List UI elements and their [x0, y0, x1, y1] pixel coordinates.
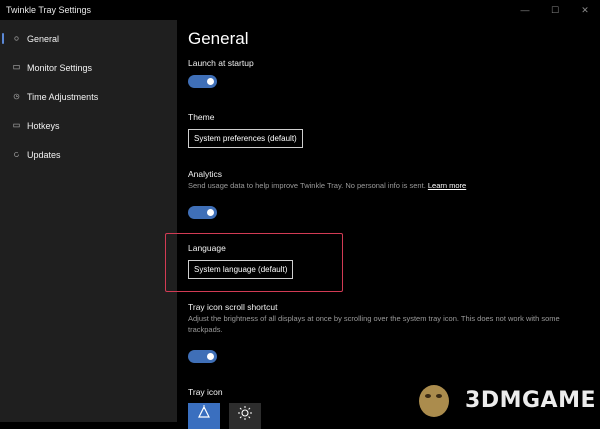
analytics-toggle[interactable]	[188, 206, 217, 219]
startup-section: Launch at startup	[188, 58, 254, 88]
brightness-mountain-icon	[198, 405, 210, 418]
language-section: Language System language (default)	[188, 243, 294, 279]
scroll-shortcut-description: Adjust the brightness of all displays at…	[188, 314, 560, 334]
settings-window: General Monitor Settings Time Adjustment…	[0, 0, 600, 429]
keyboard-icon	[10, 122, 22, 129]
title-bar[interactable]: Twinkle Tray Settings — ☐ ✕	[0, 0, 600, 20]
sidebar-item-label: Time Adjustments	[27, 91, 99, 102]
refresh-icon	[10, 151, 22, 158]
minimize-button[interactable]: —	[510, 0, 540, 20]
maximize-button[interactable]: ☐	[540, 0, 570, 20]
tray-icon-options	[188, 403, 261, 429]
nav-icon	[10, 35, 22, 42]
window-title: Twinkle Tray Settings	[6, 5, 92, 15]
window-controls: — ☐ ✕	[510, 0, 600, 20]
clock-icon	[10, 93, 22, 100]
sun-icon	[238, 406, 252, 420]
sidebar-item-label: Updates	[27, 149, 61, 160]
theme-section: Theme System preferences (default)	[188, 112, 303, 148]
sidebar-item-hotkeys[interactable]: Hotkeys	[0, 111, 177, 140]
tray-icon-label: Tray icon	[188, 387, 223, 397]
analytics-label: Analytics	[188, 169, 223, 179]
toggle-knob	[207, 78, 214, 85]
sidebar-item-label: Monitor Settings	[27, 62, 93, 73]
monitor-icon	[10, 64, 22, 71]
language-select[interactable]: System language (default)	[188, 260, 294, 279]
language-label: Language	[188, 243, 226, 253]
analytics-description: Send usage data to help improve Twinkle …	[188, 180, 578, 191]
scroll-shortcut-label: Tray icon scroll shortcut	[188, 302, 278, 312]
default-tray-icon[interactable]	[188, 403, 220, 429]
page-title: General	[188, 29, 249, 48]
theme-select[interactable]: System preferences (default)	[188, 129, 303, 148]
sidebar-item-time-adjustments[interactable]: Time Adjustments	[0, 82, 177, 111]
toggle-knob	[207, 353, 214, 360]
theme-label: Theme	[188, 112, 215, 122]
sun-tray-icon[interactable]	[229, 403, 261, 429]
scroll-shortcut-toggle[interactable]	[188, 350, 217, 363]
startup-toggle[interactable]	[188, 75, 217, 88]
analytics-section: Analytics Send usage data to help improv…	[188, 169, 578, 219]
tray-icon-section: Tray icon	[188, 387, 223, 398]
toggle-knob	[207, 209, 214, 216]
close-button[interactable]: ✕	[570, 0, 600, 20]
sidebar-item-monitor-settings[interactable]: Monitor Settings	[0, 53, 177, 82]
sidebar-item-updates[interactable]: Updates	[0, 140, 177, 169]
sidebar-item-general[interactable]: General	[0, 24, 177, 53]
scroll-shortcut-section: Tray icon scroll shortcut Adjust the bri…	[188, 302, 578, 363]
main-content: General Launch at startup Theme System p…	[177, 0, 600, 429]
sidebar-item-label: General	[27, 33, 60, 44]
learn-more-link[interactable]: Learn more	[428, 181, 466, 190]
startup-label: Launch at startup	[188, 58, 254, 68]
sidebar: General Monitor Settings Time Adjustment…	[0, 0, 177, 422]
sidebar-item-label: Hotkeys	[27, 120, 60, 131]
sidebar-nav: General Monitor Settings Time Adjustment…	[0, 24, 177, 169]
analytics-desc-text: Send usage data to help improve Twinkle …	[188, 181, 426, 190]
